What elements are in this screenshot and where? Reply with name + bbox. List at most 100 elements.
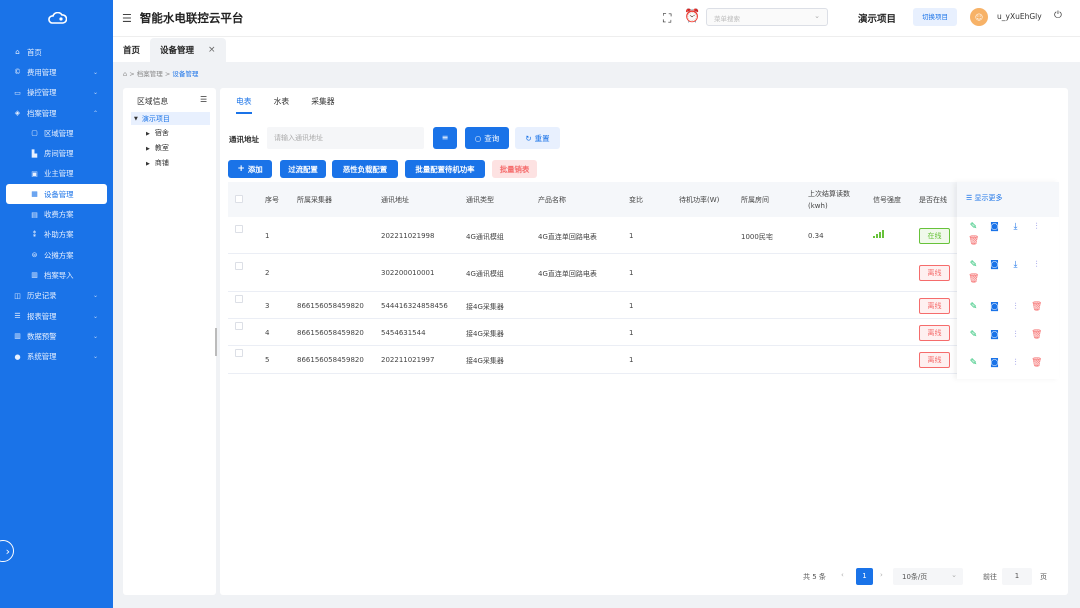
username[interactable]: u_yXuEhGly (997, 12, 1042, 21)
adjust-icon[interactable]: ⫶ (1010, 358, 1021, 369)
logout-power-icon[interactable]: ⏻ (1054, 10, 1062, 21)
tab-electric-meter[interactable]: 电表 (236, 96, 252, 114)
cell-ratio: 1 (629, 232, 634, 240)
delete-icon[interactable]: 🗑 (1031, 302, 1042, 313)
sidebar-item[interactable]: ⊜ 公摊方案 (0, 245, 113, 265)
sidebar-item[interactable]: ▥ 档案导入 (0, 265, 113, 285)
row-checkbox[interactable] (235, 225, 243, 233)
sidebar-item[interactable]: ● 系统管理 ⌄ (0, 346, 113, 366)
delete-icon[interactable]: 🗑 (1031, 330, 1042, 341)
sidebar-item[interactable]: ▭ 操控管理 ⌄ (0, 83, 113, 103)
adjust-icon[interactable]: ⫶ (1010, 330, 1021, 341)
tab-water-meter[interactable]: 水表 (274, 96, 290, 114)
tab-home[interactable]: 首页 (113, 38, 150, 62)
status-badge: 离线 (919, 325, 950, 341)
caret-right-icon[interactable]: ▶ (146, 146, 150, 152)
panel-splitter[interactable] (215, 328, 217, 356)
page-1-button[interactable]: 1 (856, 568, 873, 585)
col-header-collector: 所属采集器 (297, 196, 332, 204)
row-checkbox[interactable] (235, 349, 243, 357)
settings-icon[interactable]: ◙ (989, 358, 1000, 369)
edit-icon[interactable]: ✎ (968, 222, 979, 233)
menu-toggle-icon[interactable]: ☰ (122, 12, 132, 25)
next-page-icon[interactable]: › (880, 571, 883, 579)
add-button[interactable]: + 添加 (228, 160, 272, 178)
sidebar-item[interactable]: ▣ 业主管理 (0, 164, 113, 184)
sidebar-item[interactable]: ▤ 收费方案 (0, 204, 113, 224)
sidebar-item[interactable]: ▦ 设备管理 (6, 184, 107, 205)
show-more-header[interactable]: ☰ 显示更多 (957, 182, 1059, 217)
list-toggle-button[interactable]: ≡ (433, 127, 457, 149)
prev-page-icon[interactable]: ‹ (841, 571, 844, 579)
row-checkbox[interactable] (235, 262, 243, 270)
page-size-select[interactable]: 10条/页 ⌄ (893, 568, 963, 585)
sidebar-item[interactable]: © 费用管理 ⌄ (0, 62, 113, 82)
sidebar-item[interactable]: ⌂ 首页 (0, 42, 113, 62)
tab-collector[interactable]: 采集器 (311, 96, 334, 114)
row-checkbox[interactable] (235, 295, 243, 303)
fullscreen-icon[interactable]: ⛶ (663, 11, 671, 26)
sidebar-collapse-icon[interactable]: › (0, 540, 14, 562)
menu-search-select[interactable]: 菜单搜索 ⌄ (706, 8, 828, 26)
fee-icon: ▤ (31, 210, 38, 219)
overcurrent-config-button[interactable]: 过流配置 (280, 160, 326, 178)
edit-icon[interactable]: ✎ (968, 260, 979, 271)
caret-right-icon[interactable]: ▶ (146, 131, 150, 137)
download-icon[interactable]: ⤓ (1010, 260, 1021, 271)
sidebar-item[interactable]: ▢ 区域管理 (0, 123, 113, 143)
breadcrumb-parent[interactable]: 档案管理 (137, 70, 163, 78)
operations-column: ☰ 显示更多 ✎ ◙ ⤓ ⫶ 🗑 ✎ ◙ ⤓ ⫶ 🗑 ✎ ◙ ⫶ 🗑 ✎ ◙ ⫶ 🗑 ✎ ◙ ⫶ 🗑 (957, 182, 1059, 379)
tree-collapse-icon[interactable]: ☰ (200, 95, 207, 104)
sidebar-item[interactable]: ☰ 报表管理 ⌄ (0, 306, 113, 326)
delete-icon[interactable]: 🗑 (968, 274, 979, 285)
adjust-icon[interactable]: ⫶ (1031, 222, 1042, 233)
delete-icon[interactable]: 🗑 (1031, 358, 1042, 369)
table-row: 5 866156058459820 202211021997 接4G采集器 1 离线 (228, 346, 1059, 374)
malicious-load-config-button[interactable]: 恶性负载配置 (332, 160, 398, 178)
select-all-checkbox[interactable] (235, 195, 243, 203)
adjust-icon[interactable]: ⫶ (1010, 302, 1021, 313)
query-button[interactable]: ○ 查询 (465, 127, 509, 149)
caret-down-icon[interactable]: ▼ (134, 116, 138, 122)
device-table: 序号 所属采集器 通讯地址 通讯类型 产品名称 变比 待机功率(W) 所属房间 … (228, 182, 1059, 379)
edit-icon[interactable]: ✎ (968, 302, 979, 313)
top-header: ☰ 智能水电联控云平台 ⛶ ⏰ 菜单搜索 ⌄ 演示项目 切换项目 ☺ u_yXu… (113, 0, 1080, 36)
reset-button[interactable]: ↻ 重置 (515, 127, 560, 149)
avatar[interactable]: ☺ (970, 8, 988, 26)
address-label: 通讯地址 (229, 135, 259, 144)
settings-icon[interactable]: ◙ (989, 260, 1000, 271)
edit-icon[interactable]: ✎ (968, 358, 979, 369)
sidebar-item[interactable]: ▥ 数据预警 ⌄ (0, 326, 113, 346)
sidebar-item-label: 档案导入 (44, 270, 74, 280)
sidebar-item[interactable]: ◫ 历史记录 ⌄ (0, 286, 113, 306)
caret-right-icon[interactable]: ▶ (146, 161, 150, 167)
delete-icon[interactable]: 🗑 (968, 236, 979, 247)
home-icon[interactable]: ⌂ (123, 70, 127, 78)
page-tabs-bar: 首页 设备管理 × (113, 36, 1080, 62)
tab-device-management[interactable]: 设备管理 × (150, 38, 226, 62)
subsidy-icon: ⁑ (32, 230, 37, 239)
search-icon: ○ (474, 133, 482, 143)
goto-page-input[interactable]: 1 (1002, 568, 1032, 585)
tree-node-root[interactable]: ▼ 演示项目 (131, 112, 210, 125)
sidebar-item[interactable]: ⁑ 补助方案 (0, 225, 113, 245)
row-checkbox[interactable] (235, 322, 243, 330)
download-icon[interactable]: ⤓ (1010, 222, 1021, 233)
settings-icon[interactable]: ◙ (989, 222, 1000, 233)
close-icon[interactable]: × (208, 45, 216, 55)
settings-icon[interactable]: ◙ (989, 330, 1000, 341)
settings-icon[interactable]: ◙ (989, 302, 1000, 313)
batch-standby-power-button[interactable]: 批量配置待机功率 (405, 160, 485, 178)
alarm-clock-icon[interactable]: ⏰ (684, 9, 700, 24)
sidebar-item[interactable]: ◈ 档案管理 ⌃ (0, 103, 113, 123)
tree-node-dorm[interactable]: ▶ 宿舍 (146, 128, 169, 138)
switch-project-button[interactable]: 切换项目 (913, 8, 957, 26)
address-input[interactable]: 请输入通讯地址 (267, 127, 424, 149)
adjust-icon[interactable]: ⫶ (1031, 260, 1042, 271)
tree-node-classroom[interactable]: ▶ 教室 (146, 143, 169, 153)
chevron-down-icon: ⌄ (92, 312, 98, 320)
sidebar-item[interactable]: ▙ 房间管理 (0, 143, 113, 163)
edit-icon[interactable]: ✎ (968, 330, 979, 341)
tree-node-shop[interactable]: ▶ 商铺 (146, 158, 169, 168)
batch-cancel-button[interactable]: 批量销表 (492, 160, 537, 178)
